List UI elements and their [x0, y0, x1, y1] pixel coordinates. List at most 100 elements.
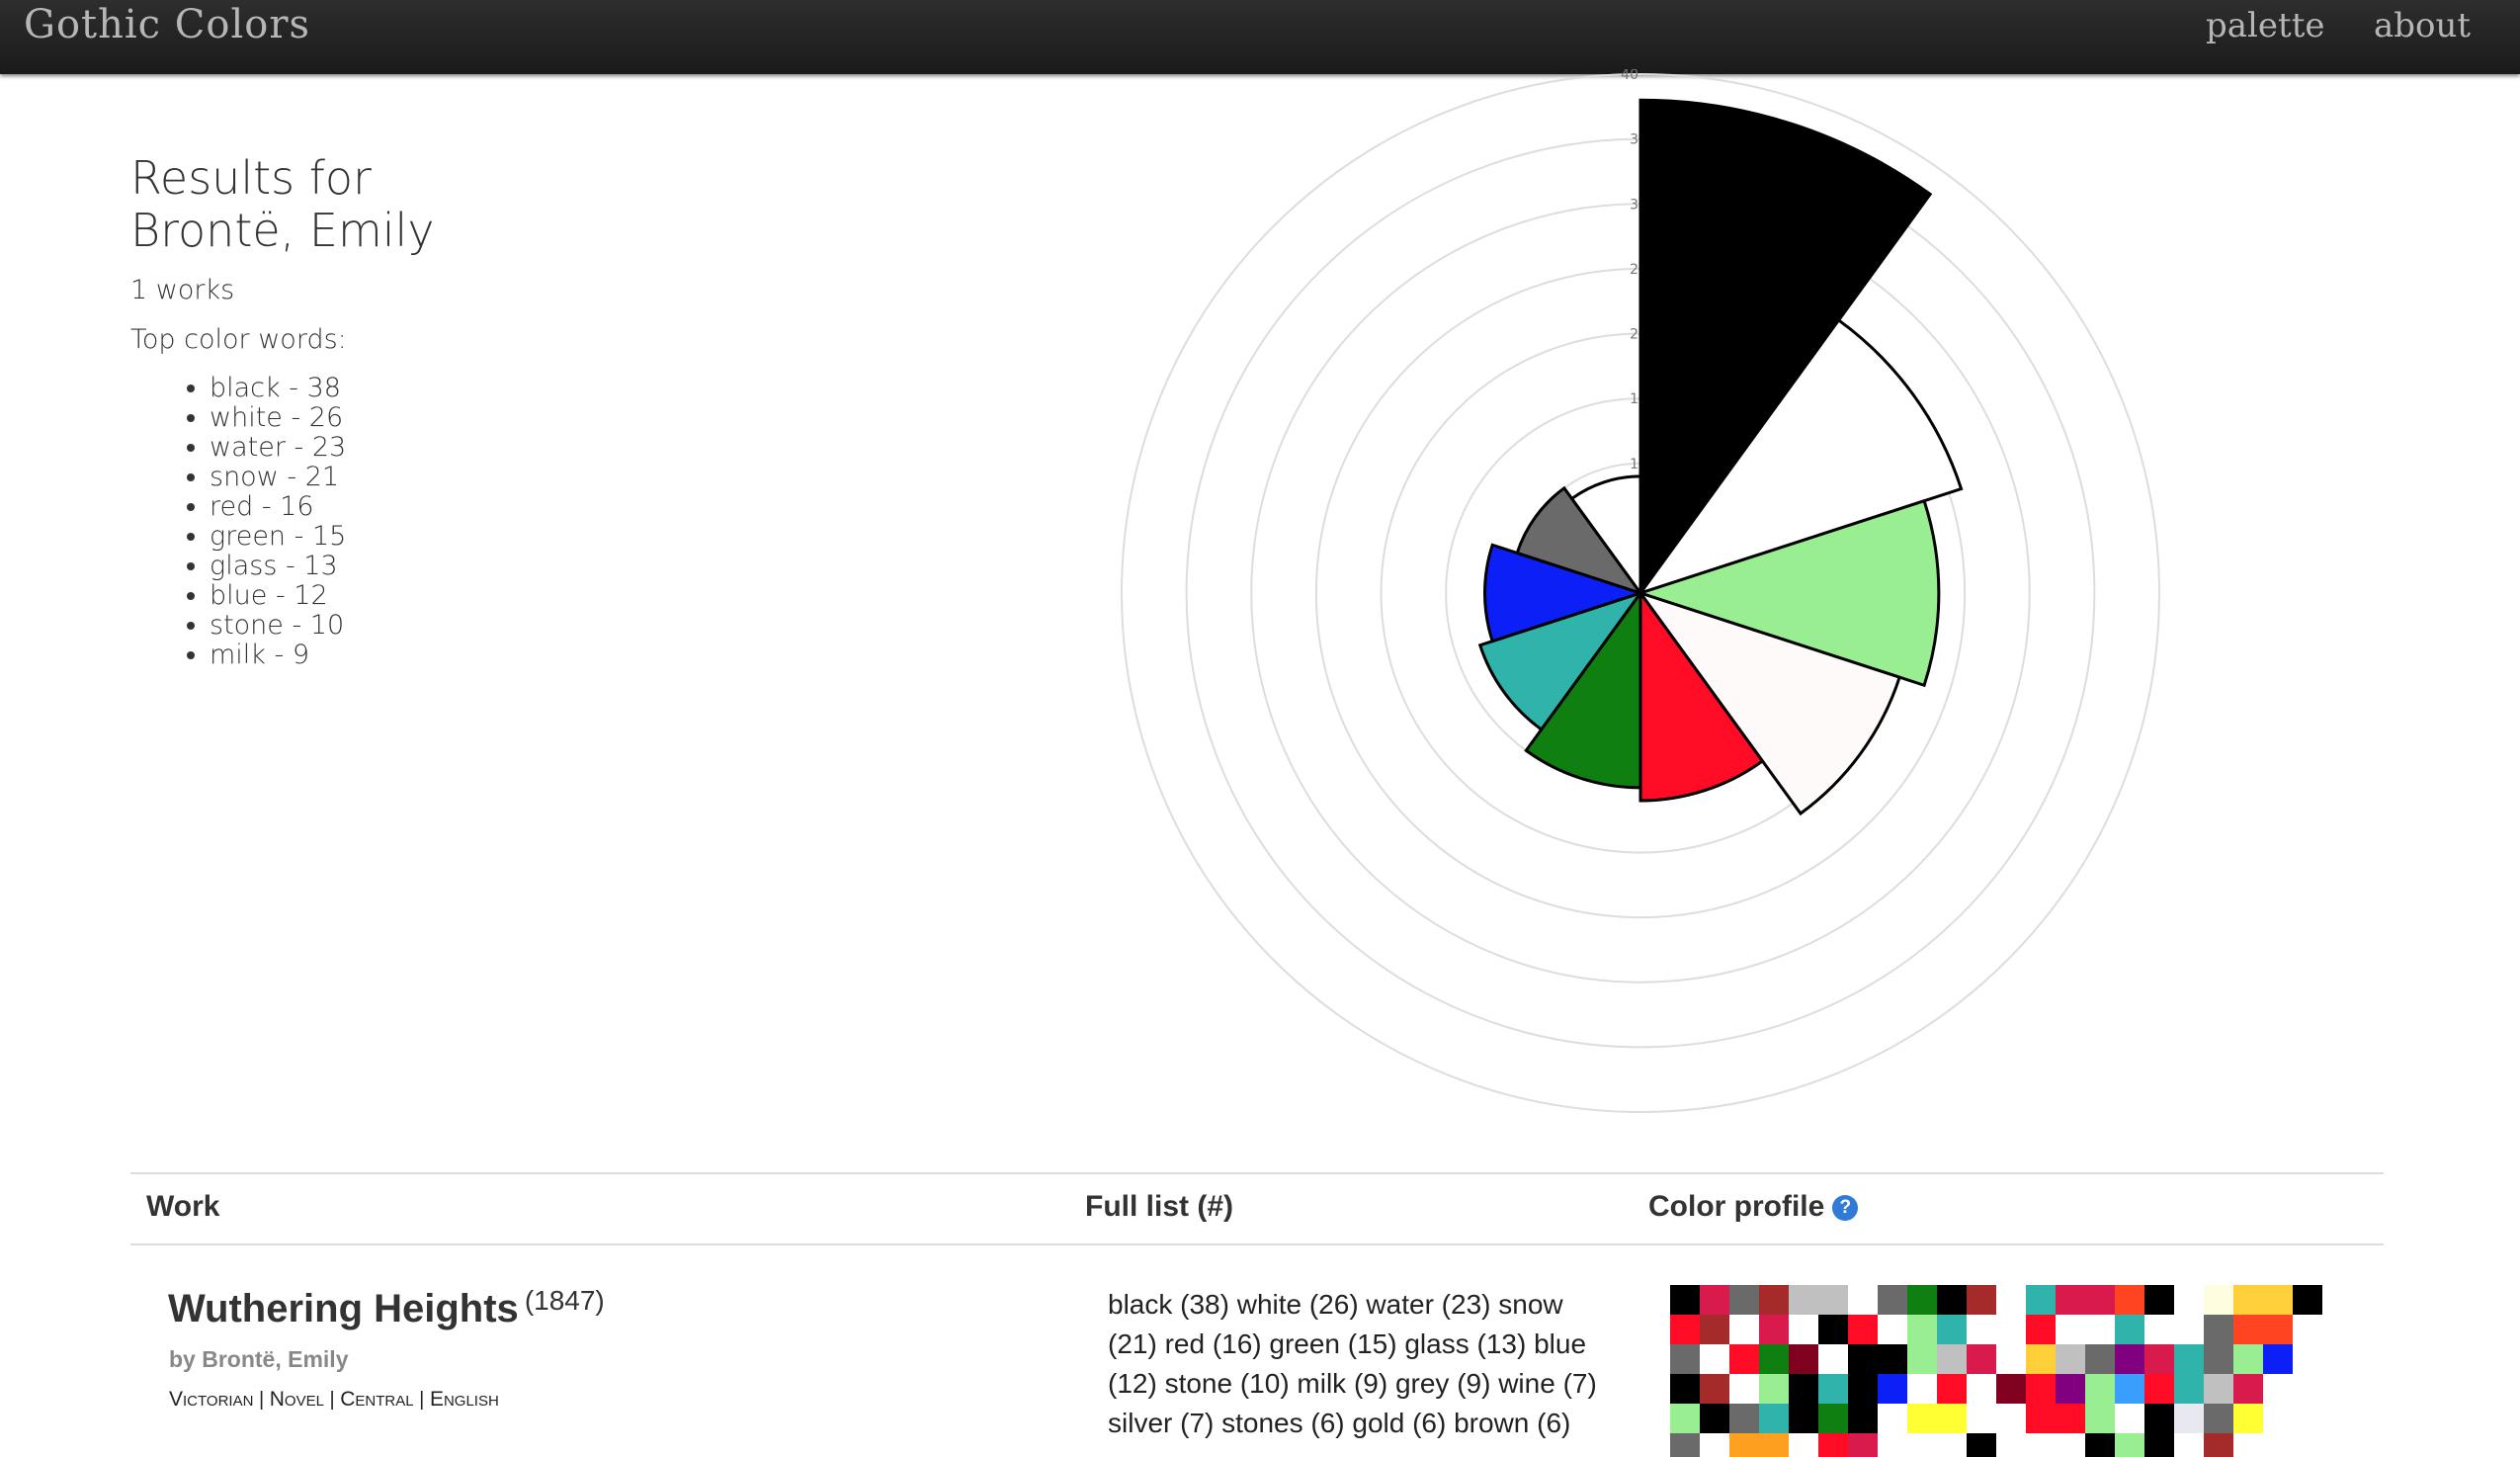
tag-separator: | [419, 1389, 425, 1411]
profile-swatch [1878, 1344, 1907, 1374]
profile-swatch [1700, 1315, 1729, 1344]
profile-swatch [1729, 1344, 1759, 1374]
tag-period[interactable]: Victorian [169, 1388, 253, 1411]
profile-swatch [1789, 1404, 1818, 1433]
color-polar-chart: 1 1 2 2 3 3 40 [1121, 69, 2160, 1113]
top-word-item: white - 26 [210, 403, 346, 433]
profile-swatch [2233, 1344, 2263, 1374]
top-word-item: blue - 12 [210, 581, 346, 611]
tag-language[interactable]: English [430, 1388, 499, 1411]
profile-swatch [1729, 1285, 1759, 1315]
profile-swatch [2144, 1344, 2174, 1374]
profile-swatch [2204, 1374, 2233, 1404]
results-heading-line1: Results for [130, 151, 372, 205]
profile-swatch [1729, 1374, 1759, 1404]
profile-swatch [2115, 1433, 2144, 1457]
work-title[interactable]: Wuthering Heights [168, 1287, 519, 1330]
chart-ring-label: 2 [1630, 262, 1638, 278]
profile-swatch [2026, 1433, 2056, 1457]
profile-swatch [2144, 1315, 2174, 1344]
profile-swatch [2293, 1374, 2322, 1404]
profile-swatch [1759, 1404, 1789, 1433]
profile-swatch [2026, 1344, 2056, 1374]
profile-swatch [1700, 1344, 1729, 1374]
profile-swatch [1700, 1285, 1729, 1315]
profile-swatch [2204, 1433, 2233, 1457]
profile-swatch [1670, 1433, 1700, 1457]
tag-genre[interactable]: Novel [270, 1388, 324, 1411]
nav-about-link[interactable]: about [2374, 6, 2471, 45]
profile-swatch [1759, 1315, 1789, 1344]
tag-separator: | [329, 1389, 335, 1411]
profile-swatch [2026, 1374, 2056, 1404]
profile-swatch [1789, 1374, 1818, 1404]
profile-swatch [2293, 1404, 2322, 1433]
profile-swatch [1996, 1404, 2026, 1433]
top-word-item: milk - 9 [210, 641, 346, 670]
profile-swatch [2085, 1344, 2115, 1374]
profile-swatch [1996, 1285, 2026, 1315]
profile-swatch [1937, 1344, 1967, 1374]
profile-swatch [2293, 1285, 2322, 1315]
work-author: by Brontë, Emily [169, 1346, 349, 1372]
top-word-item: glass - 13 [210, 552, 346, 581]
profile-swatch [1729, 1433, 1759, 1457]
top-word-item: snow - 21 [210, 463, 346, 492]
profile-swatch [2115, 1315, 2144, 1344]
profile-swatch [1729, 1404, 1759, 1433]
profile-swatch [2115, 1285, 2144, 1315]
tag-region[interactable]: Central [340, 1388, 413, 1411]
profile-swatch [2144, 1285, 2174, 1315]
profile-swatch [1700, 1374, 1729, 1404]
profile-swatch [2056, 1404, 2085, 1433]
profile-swatch [1878, 1285, 1907, 1315]
profile-swatch [1996, 1344, 2026, 1374]
profile-swatch [1670, 1404, 1700, 1433]
profile-swatch [1789, 1285, 1818, 1315]
column-header-color-profile: Color profile? [1648, 1190, 1859, 1224]
profile-swatch [1937, 1404, 1967, 1433]
column-header-work: Work [146, 1190, 220, 1223]
profile-swatch [1937, 1315, 1967, 1344]
top-word-item: water - 23 [210, 433, 346, 463]
profile-swatch [2085, 1285, 2115, 1315]
profile-swatch [2144, 1374, 2174, 1404]
profile-swatch [1670, 1315, 1700, 1344]
profile-swatch [1967, 1315, 1996, 1344]
profile-swatch [1967, 1404, 1996, 1433]
chart-ring-label: 40 [1621, 69, 1638, 83]
profile-swatch [2204, 1344, 2233, 1374]
profile-swatch [2174, 1374, 2204, 1404]
profile-swatch [2263, 1285, 2293, 1315]
profile-swatch [2204, 1285, 2233, 1315]
top-word-item: green - 15 [210, 522, 346, 552]
work-title-link[interactable]: Wuthering Heights (1847) [168, 1285, 605, 1331]
profile-swatch [1937, 1285, 1967, 1315]
results-heading: Results for Brontë, Emily [130, 152, 684, 257]
top-words-label: Top color words: [130, 324, 347, 355]
profile-swatch [1700, 1433, 1729, 1457]
profile-swatch [1878, 1374, 1907, 1404]
profile-swatch [1937, 1433, 1967, 1457]
chart-ring-label: 2 [1630, 327, 1638, 343]
profile-swatch [1907, 1344, 1937, 1374]
chart-ring-label: 1 [1630, 391, 1638, 407]
profile-swatch [1818, 1285, 1848, 1315]
profile-swatch [2144, 1404, 2174, 1433]
results-heading-author: Brontë, Emily [130, 204, 435, 257]
nav-palette-link[interactable]: palette [2206, 6, 2324, 45]
profile-swatch [2174, 1315, 2204, 1344]
work-year: (1847) [524, 1285, 605, 1316]
profile-swatch [2056, 1433, 2085, 1457]
profile-swatch [1729, 1315, 1759, 1344]
profile-swatch [2204, 1404, 2233, 1433]
profile-swatch [2293, 1433, 2322, 1457]
profile-swatch [2263, 1344, 2293, 1374]
profile-swatch [1907, 1404, 1937, 1433]
profile-swatch [1670, 1285, 1700, 1315]
profile-swatch [2263, 1374, 2293, 1404]
question-icon[interactable]: ? [1832, 1195, 1859, 1221]
profile-swatch [2174, 1433, 2204, 1457]
profile-swatch [1848, 1404, 1878, 1433]
brand-link[interactable]: Gothic Colors [24, 2, 310, 47]
